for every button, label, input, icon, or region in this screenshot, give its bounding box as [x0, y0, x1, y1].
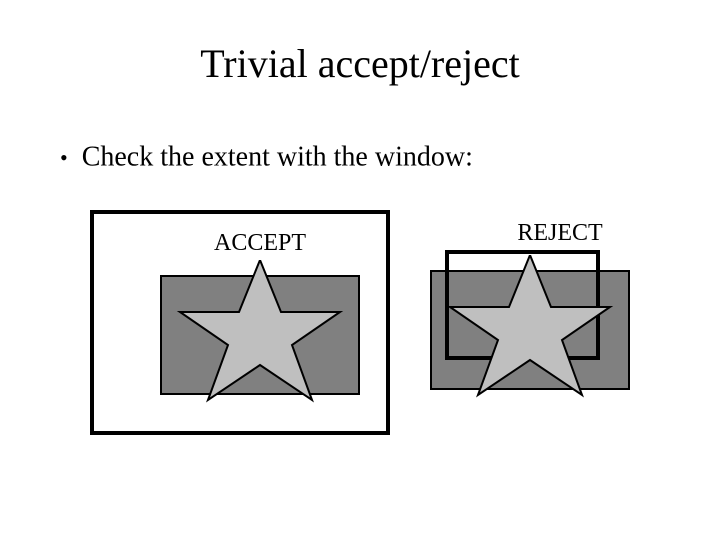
bullet-text: Check the extent with the window: [82, 142, 473, 173]
accept-star-icon [160, 260, 360, 405]
reject-label: REJECT [490, 220, 630, 247]
bullet-dot-icon: • [60, 147, 68, 169]
reject-figure: REJECT [430, 210, 660, 390]
slide-title: Trivial accept/reject [0, 40, 720, 87]
accept-figure: ACCEPT [90, 210, 390, 440]
slide: Trivial accept/reject • Check the extent … [0, 0, 720, 540]
bullet-item: • Check the extent with the window: [60, 140, 473, 174]
reject-star-icon [430, 255, 630, 400]
accept-label: ACCEPT [180, 230, 340, 257]
